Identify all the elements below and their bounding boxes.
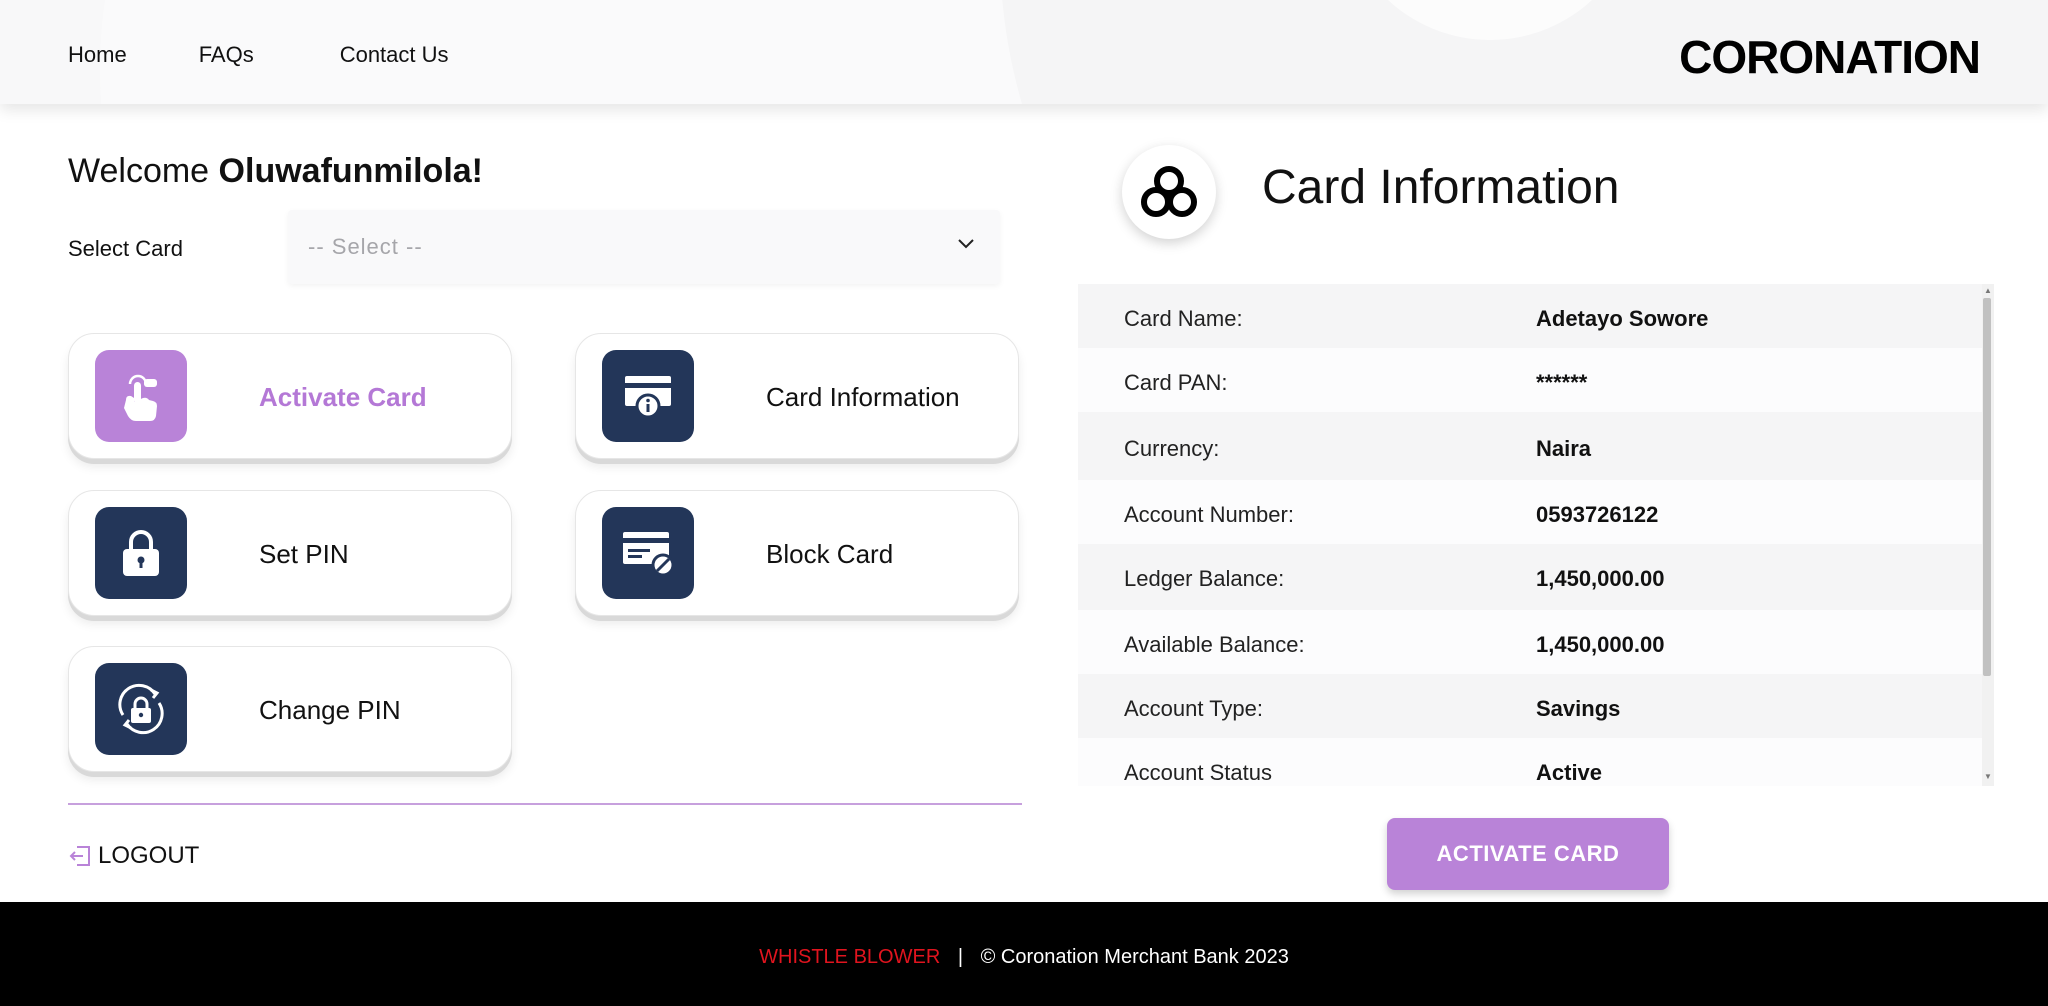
card-information-title: Card Information xyxy=(1262,161,1620,214)
change-pin-button[interactable]: Change PIN xyxy=(68,646,512,772)
info-row: Available Balance: xyxy=(1078,610,1982,674)
info-label: Account Status xyxy=(1124,760,1272,785)
scroll-up-arrow-icon[interactable]: ▲ xyxy=(1984,286,1992,295)
select-card-label: Select Card xyxy=(68,236,183,261)
nav-faqs-link[interactable]: FAQs xyxy=(199,42,254,68)
card-info-icon xyxy=(602,350,694,442)
account-type-value: Savings xyxy=(1536,696,1621,721)
info-label: Account Number: xyxy=(1124,502,1294,527)
welcome-heading: Welcome Oluwafunmilola! xyxy=(68,152,483,191)
lock-refresh-icon xyxy=(95,663,187,755)
info-row: Card Name: xyxy=(1078,284,1982,348)
info-label: Ledger Balance: xyxy=(1124,566,1285,591)
logout-button[interactable]: LOGOUT xyxy=(68,842,199,870)
set-pin-label: Set PIN xyxy=(259,539,349,569)
activate-card-submit-button[interactable]: ACTIVATE CARD xyxy=(1387,818,1669,890)
footer-separator: | xyxy=(957,946,964,968)
info-row: Account Status xyxy=(1078,738,1982,786)
activate-card-button[interactable]: Activate Card xyxy=(68,333,512,459)
card-name-value: Adetayo Sowore xyxy=(1536,306,1709,331)
nav-contact-link[interactable]: Contact Us xyxy=(340,42,449,68)
info-label: Account Type: xyxy=(1124,696,1264,721)
card-information-button[interactable]: Card Information xyxy=(575,333,1019,459)
info-label: Available Balance: xyxy=(1124,632,1305,657)
select-card-placeholder: -- Select -- xyxy=(308,234,423,259)
welcome-prefix: Welcome xyxy=(68,152,210,190)
card-info-table: Card Name: Card PAN: Currency: Account N… xyxy=(1078,284,1982,786)
footer-text: WHISTLE BLOWER | © Coronation Merchant B… xyxy=(0,946,2048,969)
info-label: Card Name: xyxy=(1124,306,1243,331)
account-number-value: 0593726122 xyxy=(1536,502,1659,527)
select-card-dropdown[interactable]: -- Select -- xyxy=(288,210,1000,284)
coronation-logo[interactable]: CORONATION xyxy=(1679,30,1981,84)
info-row: Currency: xyxy=(1078,414,1982,478)
card-pan-value: ****** xyxy=(1536,370,1588,395)
info-label: Currency: xyxy=(1124,436,1220,461)
block-card-button[interactable]: Block Card xyxy=(575,490,1019,616)
tap-finger-icon xyxy=(95,350,187,442)
card-information-label: Card Information xyxy=(766,382,960,412)
info-scrollbar-thumb[interactable] xyxy=(1983,298,1991,676)
nav-home-link[interactable]: Home xyxy=(68,42,127,68)
chevron-down-icon xyxy=(958,239,974,249)
account-status-value: Active xyxy=(1536,760,1603,785)
ledger-balance-value: 1,450,000.00 xyxy=(1536,566,1665,591)
info-row: Account Number: xyxy=(1078,480,1982,544)
info-row: Account Type: xyxy=(1078,674,1982,738)
footer: WHISTLE BLOWER | © Coronation Merchant B… xyxy=(0,902,2048,1006)
block-card-label: Block Card xyxy=(766,539,894,569)
available-balance-value: 1,450,000.00 xyxy=(1536,632,1665,657)
whistle-blower-link[interactable]: WHISTLE BLOWER xyxy=(759,946,940,968)
info-row: Card PAN: xyxy=(1078,348,1982,412)
currency-value: Naira xyxy=(1536,436,1592,461)
logout-label: LOGOUT xyxy=(98,842,200,869)
top-header: Home FAQs Contact Us CORONATION xyxy=(0,0,2048,104)
card-block-icon xyxy=(602,507,694,599)
section-divider xyxy=(68,803,1022,805)
coronation-emblem-icon xyxy=(1122,145,1216,239)
logout-icon xyxy=(69,846,90,866)
lock-icon xyxy=(95,507,187,599)
info-label: Card PAN: xyxy=(1124,370,1228,395)
user-name: Oluwafunmilola! xyxy=(218,152,483,190)
change-pin-label: Change PIN xyxy=(259,695,401,725)
main-nav: Home FAQs Contact Us xyxy=(68,42,449,68)
activate-card-label: Activate Card xyxy=(259,382,427,412)
info-row: Ledger Balance: xyxy=(1078,544,1982,608)
set-pin-button[interactable]: Set PIN xyxy=(68,490,512,616)
copyright-text: © Coronation Merchant Bank 2023 xyxy=(980,946,1289,968)
scroll-down-arrow-icon[interactable]: ▼ xyxy=(1984,772,1992,781)
